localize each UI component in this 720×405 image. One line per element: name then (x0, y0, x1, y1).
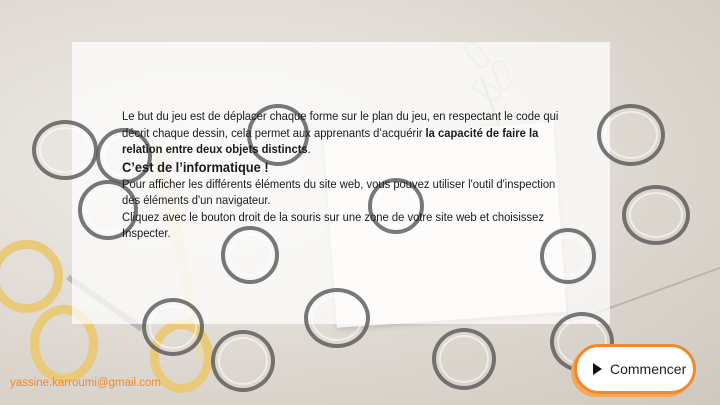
draggable-ring[interactable] (32, 120, 98, 180)
draggable-ring[interactable] (142, 298, 204, 356)
start-button[interactable]: Commencer (574, 344, 696, 394)
start-button-label: Commencer (610, 361, 687, 377)
intro-paragraph: Le but du jeu est de déplacer chaque for… (122, 109, 559, 156)
draggable-ring[interactable] (211, 330, 275, 392)
instructions-text: Le but du jeu est de déplacer chaque for… (122, 108, 562, 242)
draggable-ring[interactable] (622, 185, 690, 245)
author-email: yassine.karroumi@gmail.com (10, 377, 161, 389)
draggable-ring[interactable] (597, 104, 665, 166)
draggable-ring[interactable] (432, 328, 496, 390)
play-icon (593, 363, 602, 375)
section-line-2: Cliquez avec le bouton droit de la souri… (122, 209, 544, 241)
scissors-handle (0, 240, 63, 313)
section-line-1: Pour afficher les différents éléments du… (122, 176, 556, 208)
draggable-ring[interactable] (304, 288, 370, 348)
section-heading: C’est de l’informatique ! (122, 158, 269, 175)
